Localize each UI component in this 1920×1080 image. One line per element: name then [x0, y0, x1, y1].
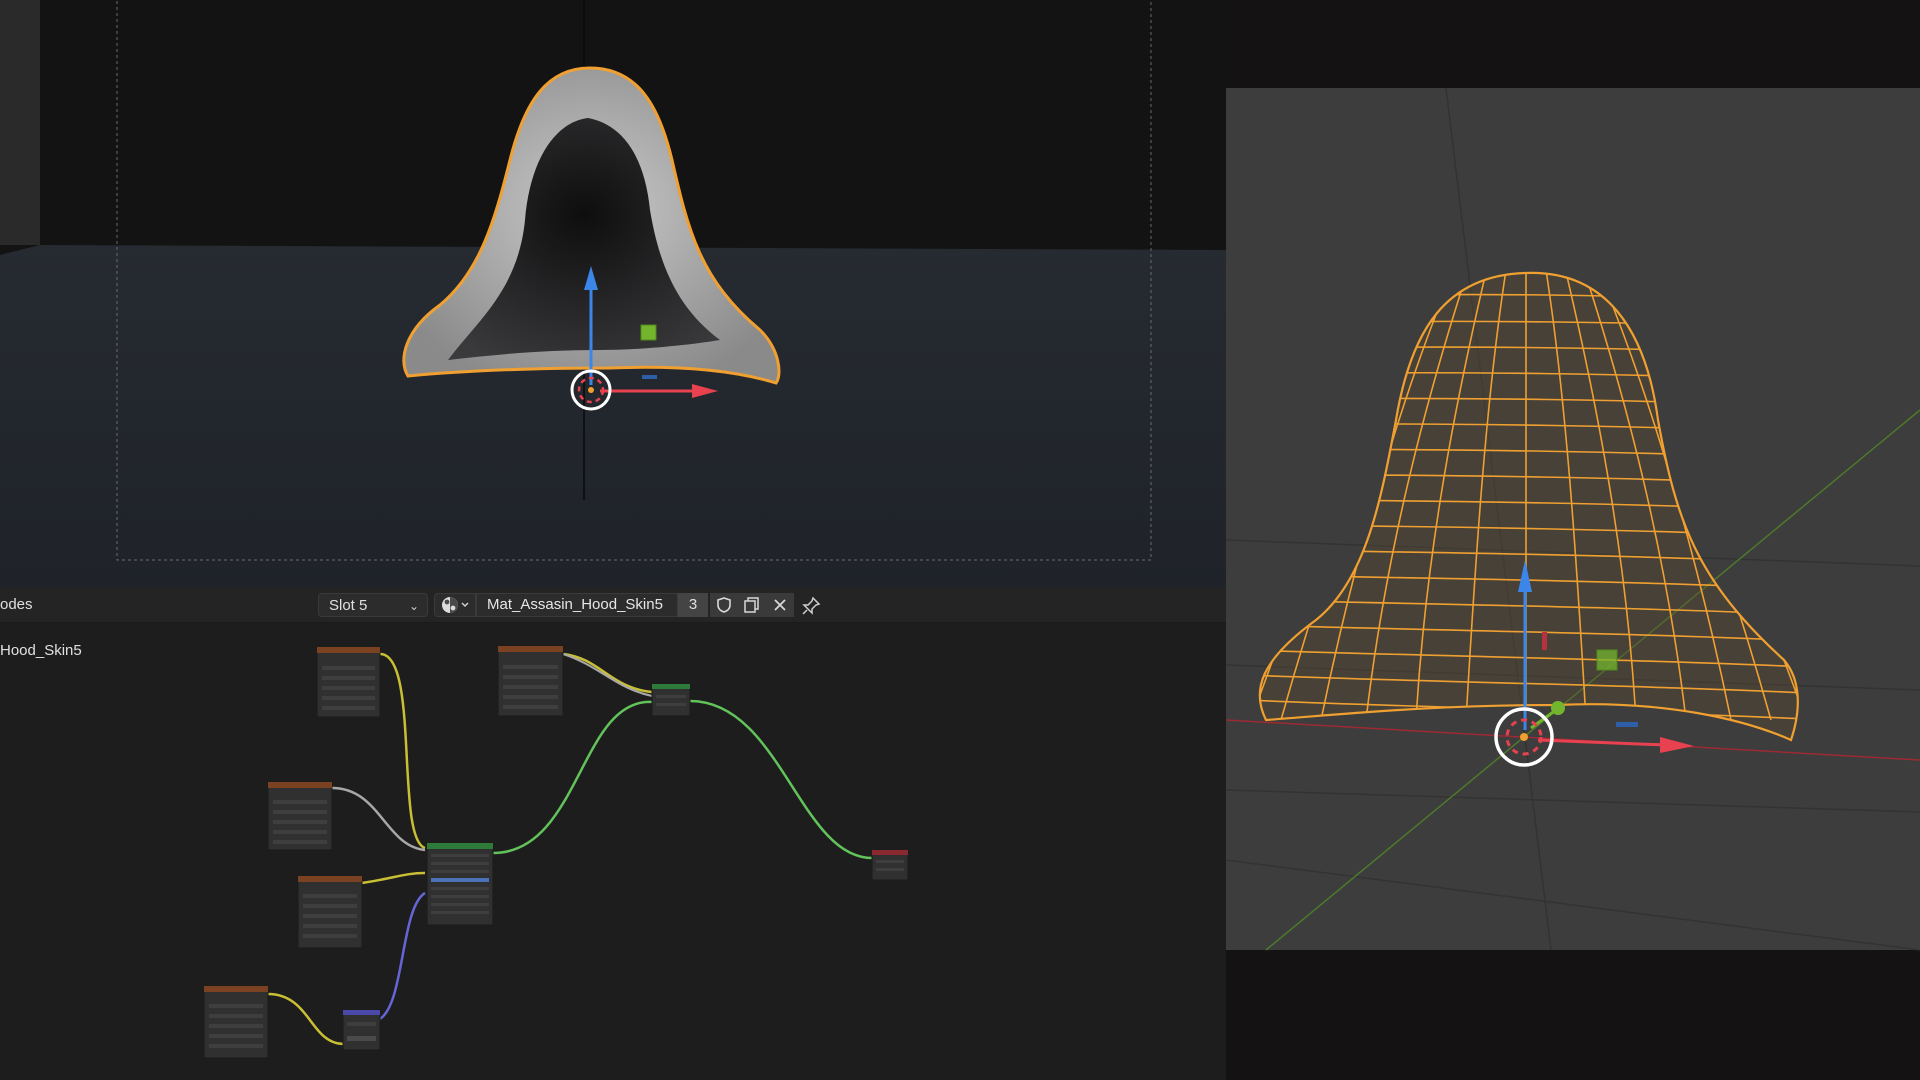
normal-map-node[interactable]	[342, 1009, 381, 1051]
shading-sphere-icon	[442, 597, 469, 613]
viewport-bottom-bar	[1226, 950, 1920, 1080]
node-link	[689, 699, 873, 860]
object-origin-dot	[1520, 733, 1528, 741]
unlink-material-button[interactable]	[766, 593, 794, 617]
image-texture-node[interactable]	[316, 646, 381, 718]
node-link	[267, 992, 344, 1046]
node-link	[361, 871, 426, 885]
close-icon	[774, 599, 786, 611]
fake-user-shield-icon	[717, 597, 731, 613]
plane-handle-xy[interactable]	[1616, 722, 1638, 727]
duplicate-material-button[interactable]	[738, 593, 766, 617]
principled-bsdf-node[interactable]	[426, 842, 494, 926]
left-3d-viewport[interactable]	[0, 0, 1226, 588]
viewport-top-bar	[1226, 0, 1920, 88]
y-axis-handle[interactable]	[1551, 701, 1565, 715]
plane-handle-xz[interactable]	[640, 324, 657, 341]
image-texture-node[interactable]	[497, 645, 564, 717]
plane-handle-yz[interactable]	[1542, 632, 1547, 650]
mix-shader-node[interactable]	[651, 683, 691, 717]
plane-handle-xz[interactable]	[1596, 649, 1618, 671]
left-wall	[0, 0, 40, 245]
browse-material-button[interactable]	[434, 593, 476, 617]
plane-handle-xy[interactable]	[642, 375, 657, 379]
image-texture-node[interactable]	[267, 781, 333, 851]
duplicate-icon	[744, 597, 759, 613]
slot-label: Slot 5	[329, 597, 368, 614]
object-origin-dot	[588, 387, 594, 393]
image-texture-node[interactable]	[297, 875, 363, 949]
node-link	[492, 700, 653, 855]
material-output-node[interactable]	[871, 849, 909, 881]
material-user-count[interactable]: 3	[678, 593, 708, 617]
shader-node-editor[interactable]: odes Slot 5 ⌄ Mat_Assasin_Hood_Skin5 3 H…	[0, 588, 1226, 1080]
material-slot-dropdown[interactable]: Slot 5 ⌄	[318, 593, 428, 617]
node-link	[377, 891, 426, 1022]
fake-user-button[interactable]	[710, 593, 738, 617]
right-3d-viewport[interactable]	[1226, 0, 1920, 1080]
image-texture-node[interactable]	[203, 985, 269, 1059]
material-name-field[interactable]: Mat_Assasin_Hood_Skin5	[476, 593, 678, 617]
node-editor-header: odes Slot 5 ⌄ Mat_Assasin_Hood_Skin5 3	[0, 588, 1226, 623]
editor-type-label[interactable]: odes	[0, 588, 33, 622]
chevron-down-icon: ⌄	[408, 599, 419, 613]
pin-icon	[802, 596, 821, 615]
pin-button[interactable]	[800, 595, 822, 622]
node-link	[379, 652, 426, 850]
